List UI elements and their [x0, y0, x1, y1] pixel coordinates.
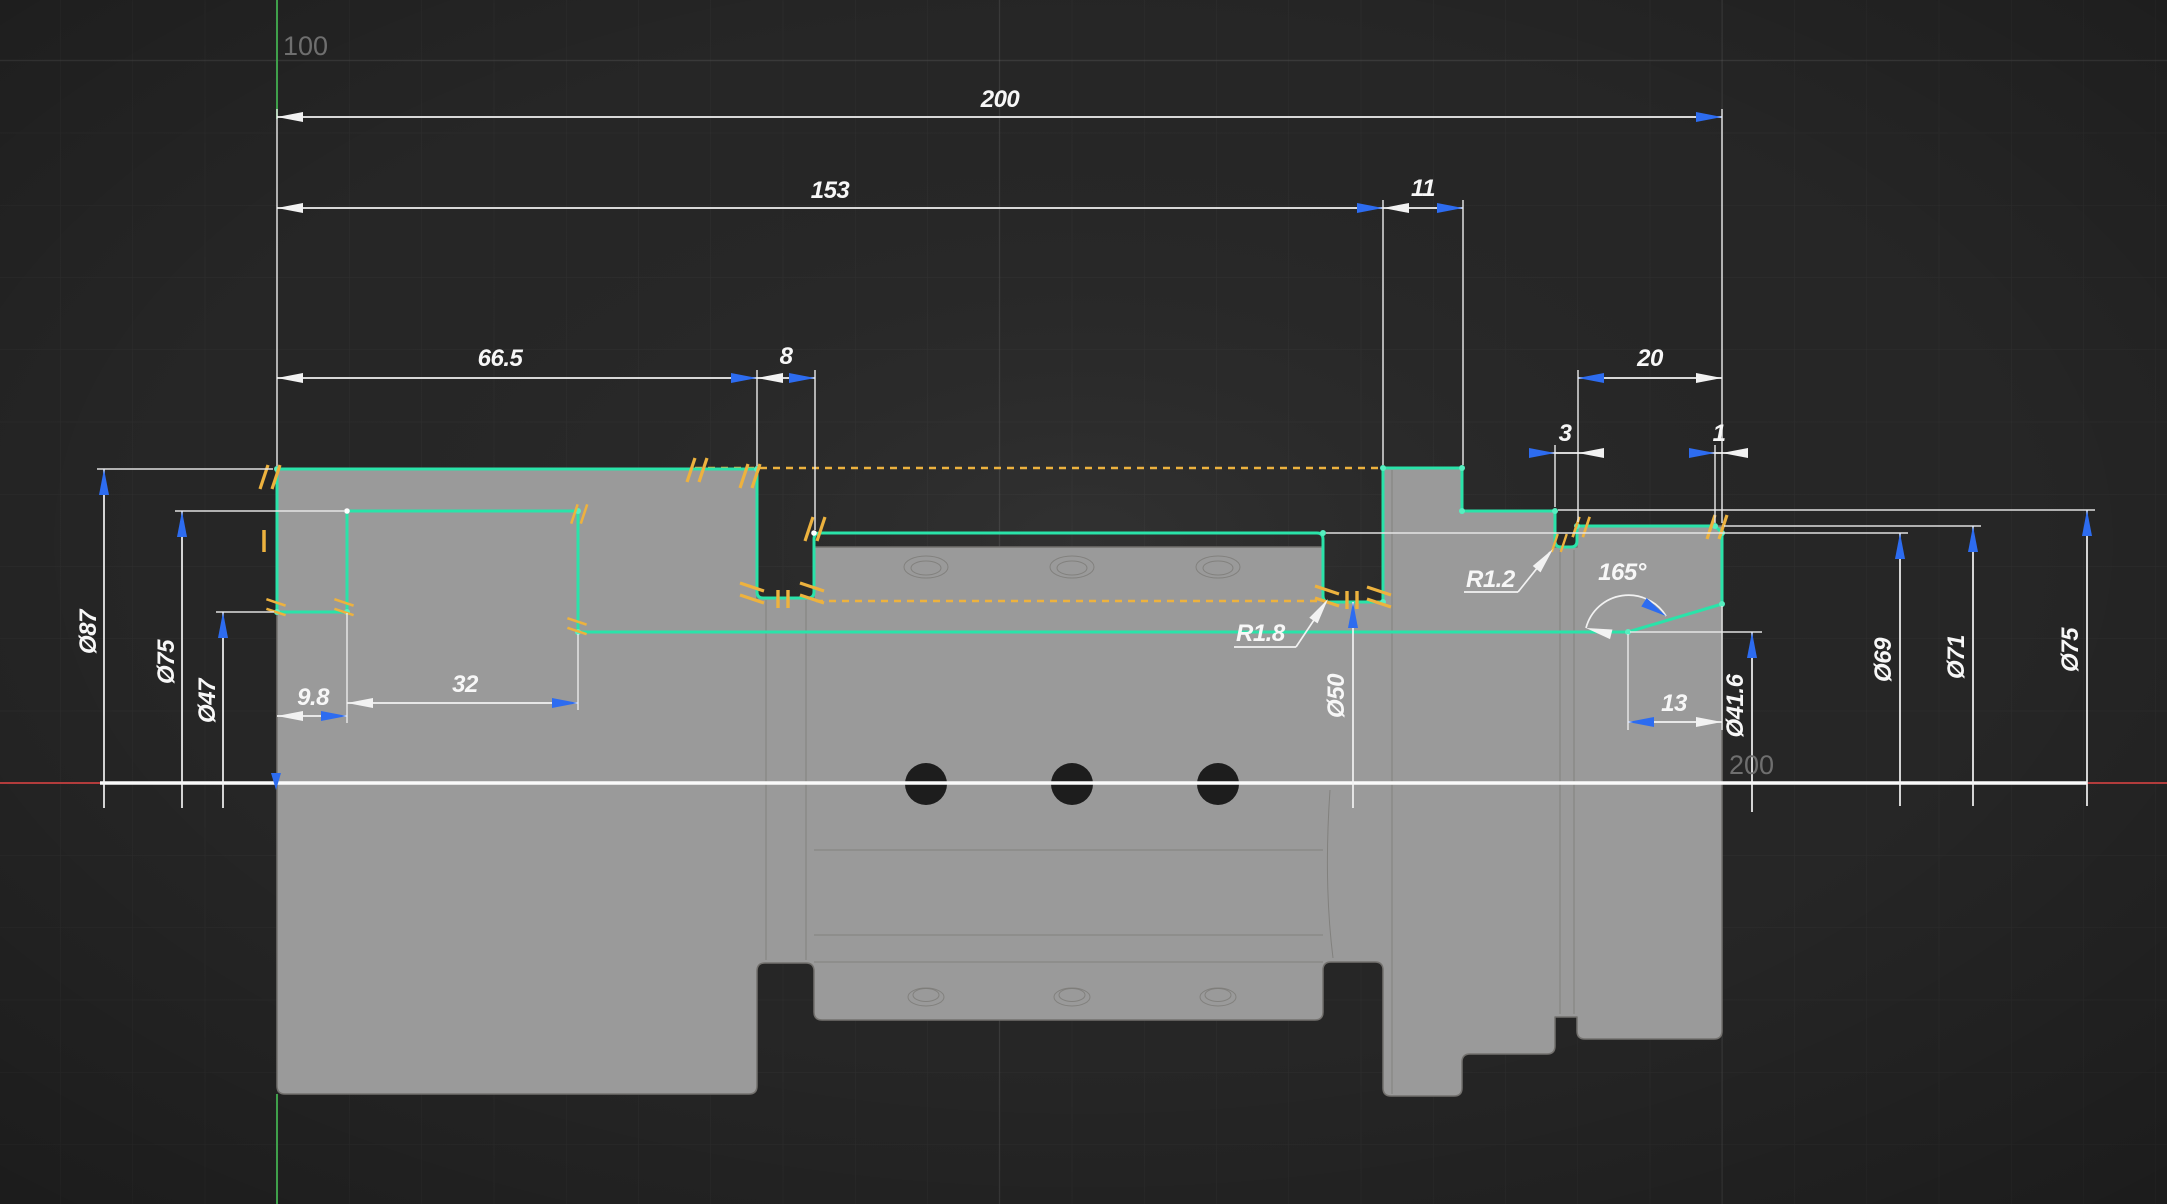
dimension-8-value[interactable]: 8 [780, 343, 794, 370]
dimension-dia69-value[interactable]: Ø69 [1870, 637, 1897, 682]
dimension-dia47-value[interactable]: Ø47 [194, 677, 221, 723]
dimension-1-value[interactable]: 1 [1713, 420, 1726, 447]
dimension-153-value[interactable]: 153 [811, 177, 851, 204]
dimension-r1-8-value[interactable]: R1.8 [1236, 620, 1286, 647]
dimension-11-value[interactable]: 11 [1411, 175, 1435, 202]
dimension-20-value[interactable]: 20 [1636, 345, 1664, 372]
dimension-3-value[interactable]: 3 [1559, 420, 1573, 447]
dimension-dia75-left-value[interactable]: Ø75 [153, 639, 180, 684]
dimension-32-value[interactable]: 32 [452, 671, 479, 698]
grid-label-x200: 200 [1729, 750, 1774, 780]
sketch-canvas[interactable]: 200 153 11 66.5 8 [0, 0, 2167, 1204]
dimension-r1-2-value[interactable]: R1.2 [1466, 566, 1516, 593]
dimension-13-value[interactable]: 13 [1661, 690, 1688, 717]
dimension-dia71-value[interactable]: Ø71 [1943, 635, 1970, 679]
dimension-66-5-value[interactable]: 66.5 [478, 345, 524, 372]
dimension-dia75-right-value[interactable]: Ø75 [2057, 627, 2084, 672]
dimension-dia50-value[interactable]: Ø50 [1323, 673, 1350, 718]
sketch-viewport[interactable]: 200 153 11 66.5 8 [0, 0, 2167, 1204]
dimension-200-value[interactable]: 200 [980, 86, 1021, 113]
dimension-dia87-value[interactable]: Ø87 [75, 608, 102, 654]
grid-label-y100: 100 [283, 31, 328, 61]
dimension-9-8-value[interactable]: 9.8 [297, 684, 330, 711]
dimension-dia41-6-value[interactable]: Ø41.6 [1722, 673, 1749, 737]
dimension-165deg-value[interactable]: 165° [1598, 559, 1647, 586]
